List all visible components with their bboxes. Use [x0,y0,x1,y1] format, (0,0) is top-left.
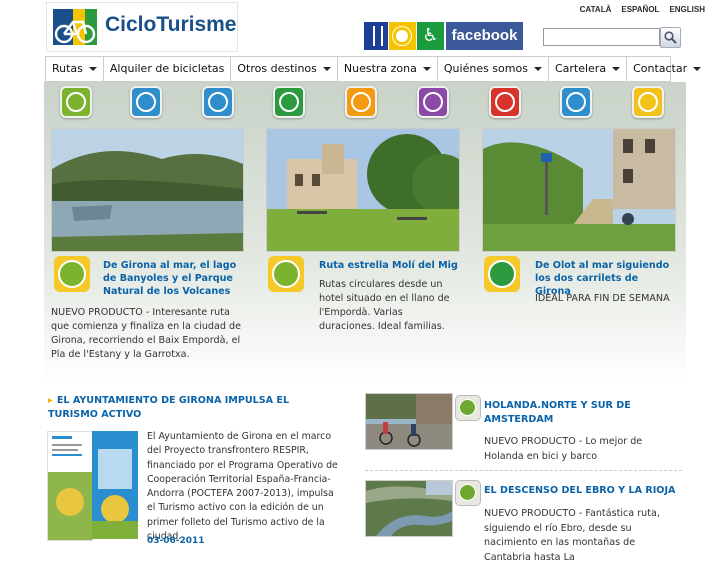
news-body: El Ayuntamiento de Girona en el marco de… [147,431,338,543]
lake-landscape-photo [52,129,243,251]
arrow-right-icon: ▸ [48,395,53,406]
boat-icon[interactable] [560,86,592,118]
nav-label: Contactar [633,62,688,75]
nav-alquiler[interactable]: Alquiler de bicicletas [104,57,232,81]
greenway-photo [483,129,675,251]
product-badge-1 [455,395,481,421]
family-icon[interactable] [489,86,521,118]
nav-otros-destinos[interactable]: Otros destinos [231,57,338,81]
cycling-icon [272,260,300,288]
feature-badge-1 [54,256,90,292]
nav-label: Cartelera [554,62,607,75]
lang-espanol[interactable]: ESPAÑOL [621,5,659,14]
main-nav: Rutas Alquiler de bicicletas Otros desti… [45,56,702,82]
feature-image-carrilets[interactable] [482,128,676,252]
train-route-icon[interactable] [273,86,305,118]
nav-label: Alquiler de bicicletas [109,62,225,75]
lang-english[interactable]: ENGLISH [669,5,705,14]
page-margin [0,0,44,545]
icon-ring [423,92,443,112]
cyclists-street-photo [366,394,452,449]
nav-label: Nuestra zona [343,62,417,75]
brochure-cover-image [48,432,92,540]
nav-label: Rutas [52,62,83,75]
product-title-2[interactable]: EL DESCENSO DEL EBRO Y LA RIOJA [484,484,684,498]
nav-cartelera[interactable]: Cartelera [549,57,628,81]
feature-body-1: NUEVO PRODUCTO - Interesante ruta que co… [51,307,241,360]
icon-ring [495,92,515,112]
product-title-1[interactable]: HOLANDA.NORTE Y SUR DE AMSTERDAM [484,399,684,427]
feature-body-3: IDEAL PARA FIN DE SEMANA [535,293,670,304]
news-headline[interactable]: ▸ EL AYUNTAMIENTO DE GIRONA IMPULSA EL TU… [48,394,330,422]
brochure-inside-image [92,431,138,539]
product-badge-2 [455,480,481,506]
nav-quienes-somos[interactable]: Quiénes somos [438,57,549,81]
cycling-icon[interactable] [60,86,92,118]
feature-title-2[interactable]: Ruta estrella Molí del Mig [319,259,459,272]
nav-label: Otros destinos [237,62,317,75]
facebook-button[interactable]: facebook [446,22,523,50]
eu-flag-icon[interactable] [364,22,388,50]
logo-text: CicloTurisme [105,13,237,36]
hotel-garden-photo [267,129,459,251]
chevron-down-icon [88,67,97,71]
cycling-icon [459,399,476,416]
feature-image-moli-del-mig[interactable] [266,128,460,252]
product-body-1: NUEVO PRODUCTO - Lo mejor de Holanda en … [484,436,643,462]
road-cycling-icon[interactable] [130,86,162,118]
chevron-down-icon [612,67,621,71]
group-icon[interactable] [417,86,449,118]
sun-logo-icon[interactable] [389,22,416,50]
product-body-2: NUEVO PRODUCTO - Fantástica ruta, siguie… [484,508,660,563]
bicycle-logo-icon [53,9,97,45]
icon-ring [208,92,228,112]
search-icon [664,31,677,44]
icon-ring [351,92,371,112]
nav-contactar[interactable]: Contactar [627,57,707,81]
icon-ring [279,92,299,112]
icon-ring [66,92,86,112]
chevron-down-icon [422,67,431,71]
language-switcher: CATALÀ ESPAÑOL ENGLISH [580,5,705,14]
river-valley-photo [366,481,452,536]
feature-title-1[interactable]: De Girona al mar, el lago de Banyoles y … [103,259,245,298]
train-route-icon [488,260,516,288]
icon-ring [136,92,156,112]
chevron-down-icon [533,67,542,71]
icon-ring [566,92,586,112]
nav-rutas[interactable]: Rutas [46,57,104,81]
nav-nuestra-zona[interactable]: Nuestra zona [338,57,438,81]
brochure-inside-thumbnail[interactable] [92,431,138,539]
feature-badge-3 [484,256,520,292]
search-input[interactable] [543,28,660,46]
products-divider [365,470,682,471]
icon-ring [638,92,658,112]
chevron-down-icon [322,67,331,71]
nav-label: Quiénes somos [443,62,528,75]
hiking-icon[interactable] [345,86,377,118]
accessibility-icon[interactable]: ♿ [417,22,444,50]
mountain-route-icon[interactable] [202,86,234,118]
site-logo[interactable]: CicloTurisme [46,2,238,52]
feature-badge-2 [268,256,304,292]
product-image-holanda[interactable] [365,393,453,450]
chevron-down-icon [693,67,702,71]
feature-body-2: Rutas circulares desde un hotel situado … [319,279,450,332]
feature-image-banyoles[interactable] [51,128,244,252]
cycling-icon [58,260,86,288]
news-headline-text: EL AYUNTAMIENTO DE GIRONA IMPULSA EL TUR… [48,395,290,420]
brochure-cover-thumbnail[interactable] [47,431,93,541]
map-icon[interactable] [632,86,664,118]
lang-catala[interactable]: CATALÀ [580,5,612,14]
product-image-ebro[interactable] [365,480,453,537]
category-icon-row [44,86,686,122]
search-button[interactable] [660,27,681,48]
cycling-icon [459,484,476,501]
